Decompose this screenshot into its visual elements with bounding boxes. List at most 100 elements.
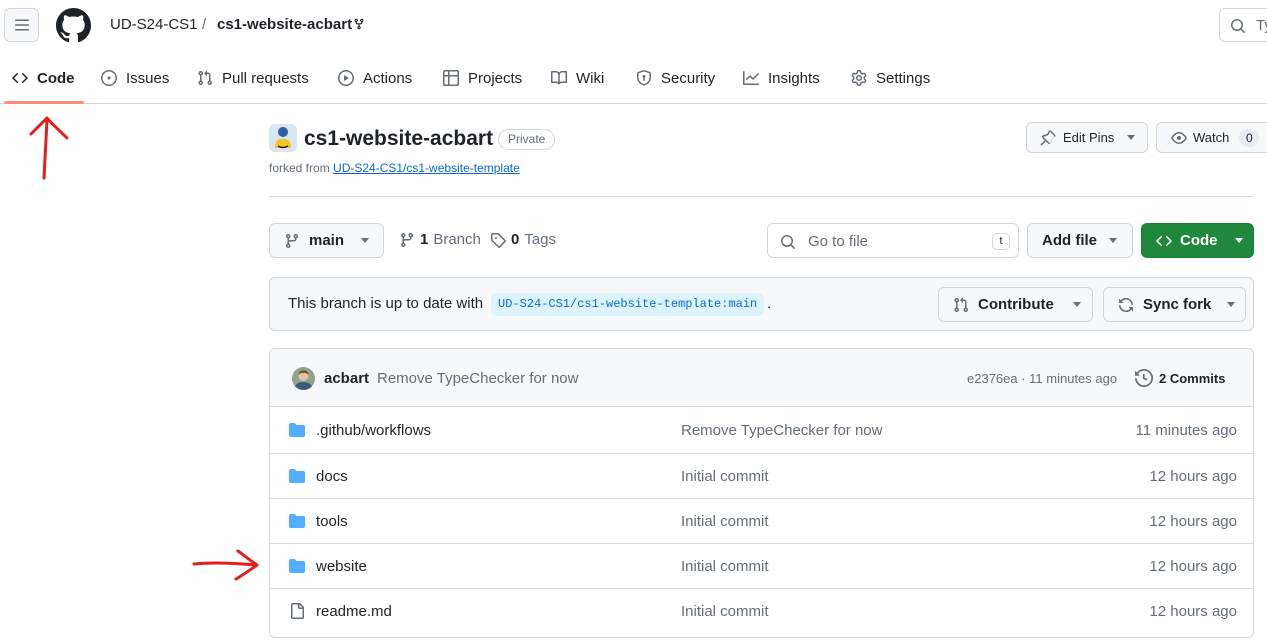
git-branch-icon (400, 232, 413, 247)
go-to-file-input[interactable]: Go to file t (767, 223, 1019, 258)
github-logo-icon[interactable] (56, 8, 91, 43)
file-commit-age: 11 minutes ago (1135, 422, 1237, 439)
code-icon (12, 72, 28, 84)
code-button-label: Code (1180, 232, 1218, 249)
avatar[interactable] (292, 367, 315, 390)
file-commit-message-link[interactable]: Initial commit (681, 513, 769, 530)
tab-wiki[interactable]: Wiki (551, 52, 604, 104)
table-row[interactable]: tools Initial commit 12 hours ago (270, 498, 1253, 543)
branches-link[interactable]: 1 Branch (399, 231, 481, 248)
chevron-down-icon (1234, 238, 1243, 243)
file-commit-message-link[interactable]: Remove TypeChecker for now (681, 422, 882, 439)
contribute-label: Contribute (978, 296, 1054, 313)
repo-title[interactable]: cs1-website-acbart (304, 127, 493, 151)
code-dropdown-button[interactable]: Code (1141, 223, 1254, 258)
issue-icon (101, 70, 117, 86)
add-file-button[interactable]: Add file (1027, 223, 1133, 258)
history-icon (1135, 369, 1153, 387)
table-row[interactable]: .github/workflows Remove TypeChecker for… (270, 408, 1253, 453)
eye-icon (1171, 131, 1187, 144)
keyboard-shortcut-hint: t (992, 233, 1010, 250)
file-commit-age: 12 hours ago (1149, 603, 1237, 620)
shield-icon (637, 70, 651, 86)
tab-code[interactable]: Code (12, 52, 75, 104)
watch-label: Watch (1193, 130, 1230, 145)
search-icon (781, 235, 795, 249)
contribute-button[interactable]: Contribute (938, 287, 1093, 322)
file-commit-age: 12 hours ago (1149, 513, 1237, 530)
chevron-down-icon (1227, 302, 1236, 307)
chevron-down-icon (361, 238, 370, 243)
forked-source-link[interactable]: UD-S24-CS1/cs1-website-template (333, 161, 520, 175)
file-name-link[interactable]: tools (316, 513, 348, 530)
commits-history-link[interactable]: 2 Commits (1135, 369, 1225, 387)
edit-pins-button[interactable]: Edit Pins (1026, 122, 1148, 153)
tab-insights-label: Insights (768, 69, 820, 87)
commit-author-link[interactable]: acbart (324, 370, 369, 387)
pull-request-icon (954, 297, 969, 312)
sync-fork-label: Sync fork (1143, 296, 1212, 313)
tab-actions[interactable]: Actions (338, 52, 412, 104)
global-search-input[interactable]: Ty (1219, 8, 1267, 42)
file-name-link[interactable]: docs (316, 468, 348, 485)
go-to-file-placeholder: Go to file (808, 233, 869, 250)
repo-forked-icon (354, 18, 364, 30)
sync-icon (1119, 297, 1133, 312)
annotation-up-arrow (29, 116, 69, 180)
breadcrumb-repo-link[interactable]: cs1-website-acbart (217, 16, 352, 33)
branch-select-button[interactable]: main (269, 223, 384, 258)
table-row[interactable]: docs Initial commit 12 hours ago (270, 453, 1253, 498)
tab-issues-label: Issues (126, 69, 170, 87)
file-commit-age: 12 hours ago (1149, 468, 1237, 485)
file-commit-message-link[interactable]: Initial commit (681, 468, 769, 485)
folder-icon (289, 559, 305, 573)
folder-icon (289, 423, 305, 437)
sync-fork-button[interactable]: Sync fork (1103, 287, 1246, 322)
tags-link[interactable]: 0 Tags (490, 231, 556, 248)
tag-count: 0 (511, 231, 520, 248)
table-row[interactable]: readme.md Initial commit 12 hours ago (270, 588, 1253, 633)
title-divider (269, 196, 1253, 197)
tab-security[interactable]: Security (636, 52, 715, 104)
commit-hash-and-time[interactable]: e2376ea · 11 minutes ago (967, 371, 1117, 386)
tab-actions-label: Actions (363, 69, 413, 87)
branch-status-suffix: . (767, 295, 772, 312)
tab-settings-label: Settings (876, 69, 931, 87)
branch-count: 1 (420, 231, 429, 248)
hamburger-menu-button[interactable] (4, 8, 39, 42)
table-row[interactable]: website Initial commit 12 hours ago (270, 543, 1253, 588)
tab-projects[interactable]: Projects (443, 52, 522, 104)
file-commit-message-link[interactable]: Initial commit (681, 558, 769, 575)
breadcrumb-owner-link[interactable]: UD-S24-CS1 (110, 16, 198, 33)
latest-commit-row: acbart Remove TypeChecker for now e2376e… (270, 349, 1253, 407)
commit-message-link[interactable]: Remove TypeChecker for now (377, 370, 578, 387)
pull-request-icon (198, 70, 213, 86)
branch-status-text: This branch is up to date with (288, 295, 484, 312)
active-tab-indicator (4, 101, 84, 104)
forked-from-prefix: forked from (269, 161, 330, 175)
tab-insights[interactable]: Insights (743, 52, 820, 104)
file-commit-age: 12 hours ago (1149, 558, 1237, 575)
tab-pull-requests-label: Pull requests (222, 69, 309, 87)
branch-status-box: This branch is up to date with UD-S24-CS… (269, 277, 1254, 331)
play-icon (338, 70, 354, 86)
repo-tabs: Code Issues Pull requests Actions Projec… (0, 52, 1267, 104)
upstream-branch-ref[interactable]: UD-S24-CS1/cs1-website-template:main (491, 293, 765, 316)
tab-settings[interactable]: Settings (851, 52, 930, 104)
git-branch-icon (285, 233, 298, 248)
file-name-link[interactable]: readme.md (316, 603, 392, 620)
tab-pull-requests[interactable]: Pull requests (197, 52, 309, 104)
file-commit-message-link[interactable]: Initial commit (681, 603, 769, 620)
watch-button[interactable]: Watch 0 (1156, 122, 1267, 153)
annotation-right-arrow (192, 549, 259, 581)
watch-count: 0 (1239, 128, 1260, 147)
breadcrumb-separator: / (202, 16, 207, 33)
tab-issues[interactable]: Issues (101, 52, 169, 104)
chevron-down-icon (1127, 135, 1136, 140)
file-name-link[interactable]: website (316, 558, 367, 575)
file-name-link[interactable]: .github/workflows (316, 422, 431, 439)
hamburger-icon (14, 19, 29, 31)
repo-owner-avatar[interactable] (269, 124, 297, 152)
global-header: UD-S24-CS1 / cs1-website-acbart Ty (0, 0, 1267, 52)
tag-icon (491, 232, 506, 248)
